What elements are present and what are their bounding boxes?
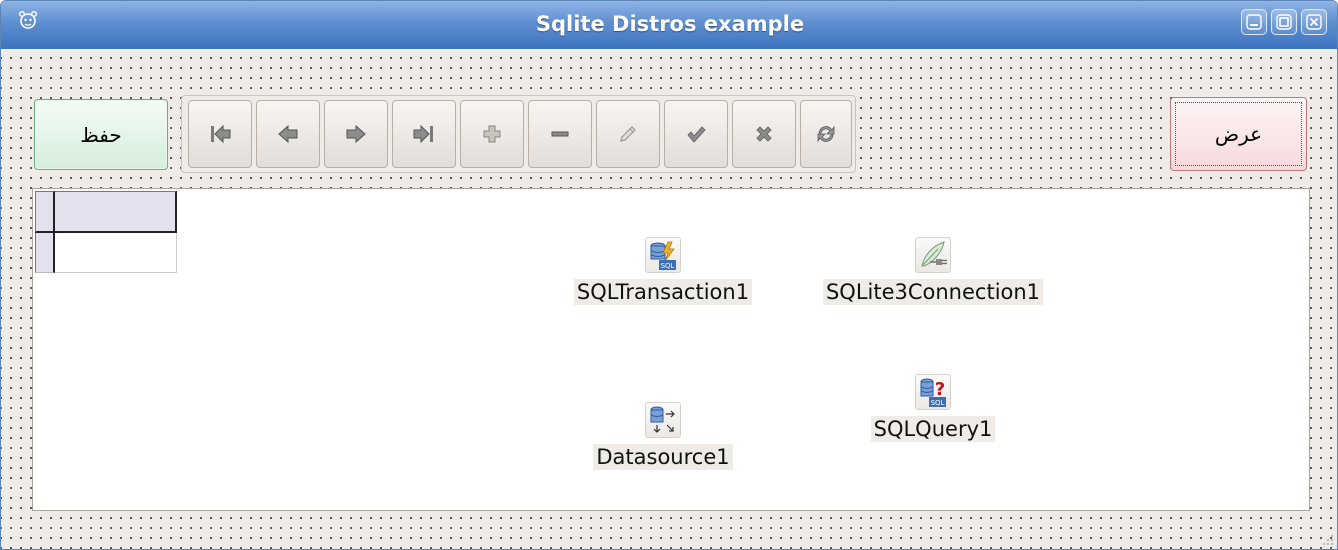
datasource-label: Datasource1: [593, 444, 733, 470]
nav-post-button[interactable]: [664, 100, 728, 168]
next-record-icon: [346, 124, 366, 144]
form-designer-surface: حفظ عرض SQL SQLTransaction1 SQLite3Conne…: [1, 49, 1337, 549]
grid-row-indicator[interactable]: [35, 233, 55, 273]
nav-first-button[interactable]: [188, 100, 252, 168]
nav-last-button[interactable]: [392, 100, 456, 168]
connection-plug-icon: [915, 237, 951, 273]
grid-data-cell[interactable]: [55, 233, 177, 273]
svg-text:SQL: SQL: [661, 262, 675, 270]
minimize-button[interactable]: [1241, 9, 1267, 35]
refresh-icon: [817, 125, 835, 143]
datasource-component[interactable]: Datasource1: [558, 402, 768, 470]
sql-transaction-icon: SQL: [645, 237, 681, 273]
cross-icon: [756, 126, 772, 142]
grid-corner-cell[interactable]: [35, 191, 55, 233]
checkmark-icon: [687, 126, 706, 143]
first-record-icon: [211, 124, 231, 144]
plus-icon: [483, 125, 501, 143]
resize-grip-icon[interactable]: [1321, 533, 1335, 547]
nav-prior-button[interactable]: [256, 100, 320, 168]
sql-query-label: SQLQuery1: [870, 416, 996, 442]
datasource-icon: [645, 402, 681, 438]
maximize-icon: [1276, 14, 1292, 30]
nav-delete-button[interactable]: [528, 100, 592, 168]
close-button[interactable]: [1301, 9, 1327, 35]
close-icon: [1306, 14, 1322, 30]
data-panel: SQL SQLTransaction1 SQLite3Connection1 ?…: [32, 188, 1310, 511]
sqlite3-connection-component[interactable]: SQLite3Connection1: [803, 237, 1063, 305]
nav-refresh-button[interactable]: [800, 100, 852, 168]
svg-text:SQL: SQL: [931, 399, 945, 407]
sql-query-icon: ? SQL: [915, 374, 951, 410]
window-title: Sqlite Distros example: [535, 12, 805, 36]
title-bar[interactable]: Sqlite Distros example: [1, 1, 1337, 49]
prior-record-icon: [278, 124, 298, 144]
save-button-label: حفظ: [80, 122, 122, 147]
nav-edit-button[interactable]: [596, 100, 660, 168]
minus-icon: [551, 131, 569, 137]
sql-query-component[interactable]: ? SQL SQLQuery1: [853, 374, 1013, 442]
minimize-icon: [1246, 14, 1262, 30]
nav-next-button[interactable]: [324, 100, 388, 168]
svg-text:?: ?: [935, 379, 945, 400]
focus-rectangle: [1175, 102, 1302, 166]
save-button[interactable]: حفظ: [34, 99, 168, 170]
grid-header-cell[interactable]: [55, 191, 177, 233]
sql-transaction-component[interactable]: SQL SQLTransaction1: [573, 237, 753, 305]
app-window: Sqlite Distros example حفظ عرض SQL SQLTr…: [0, 0, 1338, 550]
maximize-button[interactable]: [1271, 9, 1297, 35]
db-navigator: [181, 95, 856, 173]
nav-insert-button[interactable]: [460, 100, 524, 168]
pencil-icon: [620, 126, 636, 142]
show-button[interactable]: عرض: [1170, 97, 1307, 171]
sql-transaction-label: SQLTransaction1: [573, 279, 753, 305]
last-record-icon: [413, 124, 433, 144]
sqlite3-connection-label: SQLite3Connection1: [822, 279, 1044, 305]
nav-cancel-button[interactable]: [732, 100, 796, 168]
